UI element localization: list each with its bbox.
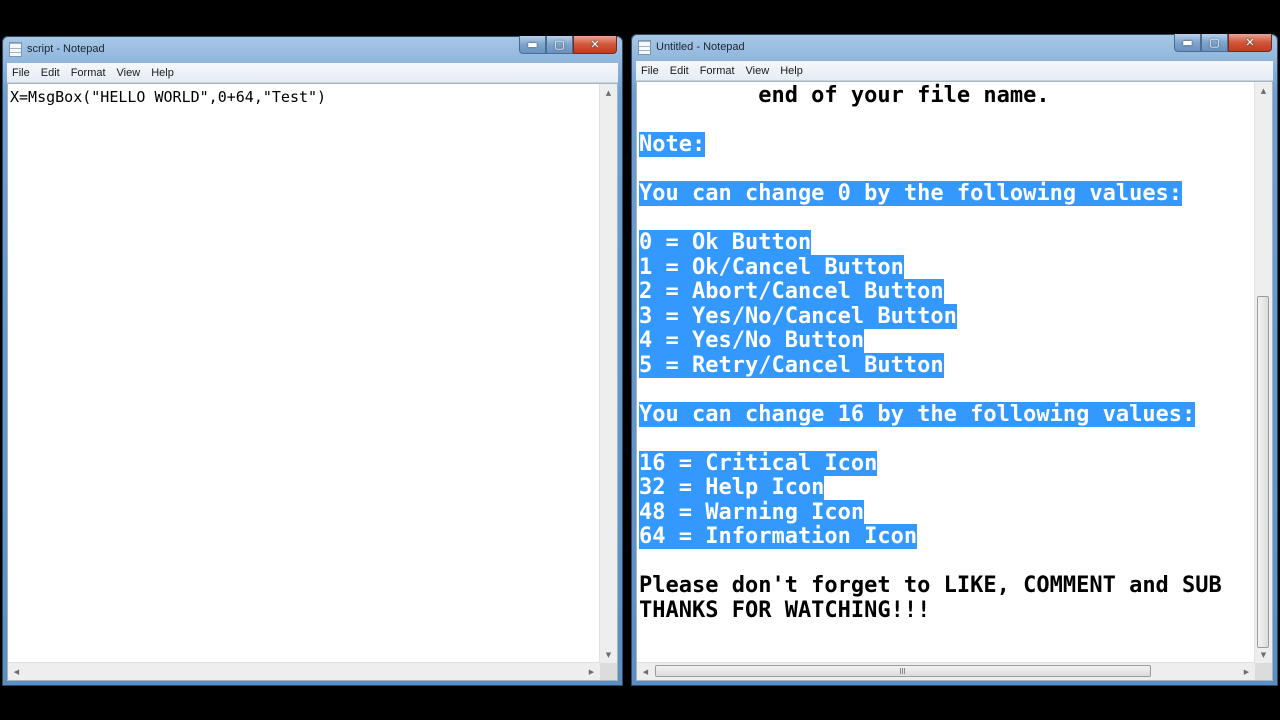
text-line — [639, 427, 1222, 452]
maximize-icon: ▢ — [1209, 36, 1220, 49]
scroll-corner — [600, 663, 617, 680]
menu-help[interactable]: Help — [146, 67, 180, 79]
text-line: 48 = Warning Icon — [639, 499, 1222, 526]
text-line-content: You can change 0 by the following values… — [639, 181, 1183, 206]
menu-edit[interactable]: Edit — [36, 67, 66, 79]
menu-bar: File Edit Format View Help — [7, 63, 618, 83]
maximize-button[interactable]: ▢ — [1201, 34, 1228, 52]
menu-file[interactable]: File — [636, 65, 665, 77]
caption-buttons: ▬ ▢ ✕ — [519, 36, 617, 56]
minimize-icon: ▬ — [527, 38, 538, 51]
text-line: Note: — [639, 132, 1222, 158]
text-line: end of your file name. — [639, 83, 1222, 109]
text-line — [639, 158, 1222, 183]
text-line-content: 16 = Critical Icon — [639, 450, 878, 476]
horizontal-scrollbar[interactable]: ◀ ▶ — [637, 662, 1255, 680]
grip-icon — [900, 668, 906, 674]
text-line: 64 = Information Icon — [639, 524, 1222, 550]
text-line — [639, 378, 1222, 403]
menu-bar: File Edit Format View Help — [636, 61, 1273, 81]
minimize-button[interactable]: ▬ — [1174, 34, 1201, 52]
scroll-left-icon[interactable]: ◀ — [8, 663, 25, 680]
scroll-left-icon[interactable]: ◀ — [637, 663, 654, 680]
notepad-icon — [638, 39, 651, 55]
window-title: Untitled - Notepad — [656, 41, 745, 53]
text-line-content: THANKS FOR WATCHING!!! — [639, 597, 931, 623]
text-line-content: Note: — [639, 132, 706, 157]
text-line: 3 = Yes/No/Cancel Button — [639, 303, 1222, 330]
menu-format[interactable]: Format — [66, 67, 112, 79]
scroll-down-icon[interactable]: ▼ — [600, 646, 617, 663]
text-line: You can change 16 by the following value… — [639, 401, 1222, 428]
text-editor[interactable]: X=MsgBox("HELLO WORLD",0+64,"Test") ▲ ▼ … — [7, 83, 618, 681]
vertical-scrollbar[interactable]: ▲ ▼ — [1254, 82, 1272, 663]
script-code-line: X=MsgBox("HELLO WORLD",0+64,"Test") — [10, 88, 327, 106]
window-title: script - Notepad — [27, 43, 105, 55]
menu-format[interactable]: Format — [695, 65, 741, 77]
text-line-content: Please don't forget to LIKE, COMMENT and… — [639, 573, 1222, 598]
text-line: 1 = Ok/Cancel Button — [639, 254, 1222, 281]
text-line-content: 32 = Help Icon — [639, 475, 825, 500]
text-line-content: 5 = Retry/Cancel Button — [639, 352, 944, 378]
text-line: 32 = Help Icon — [639, 475, 1222, 501]
text-line — [639, 109, 1222, 134]
vertical-scrollbar[interactable]: ▲ ▼ — [599, 84, 617, 663]
text-line-content: end of your file name. — [639, 83, 1050, 108]
horizontal-scrollbar[interactable]: ◀ ▶ — [8, 662, 600, 680]
close-icon: ✕ — [590, 38, 600, 51]
document-lines: end of your file name. Note: You can chang… — [639, 83, 1222, 624]
maximize-icon: ▢ — [554, 38, 565, 51]
text-line: 4 = Yes/No Button — [639, 328, 1222, 354]
text-line: Please don't forget to LIKE, COMMENT and… — [639, 573, 1222, 599]
notepad-icon — [9, 41, 22, 57]
title-bar[interactable]: Untitled - Notepad ▬ ▢ ✕ — [631, 34, 1278, 60]
editor-text-area[interactable]: X=MsgBox("HELLO WORLD",0+64,"Test") — [8, 84, 600, 663]
scroll-up-icon[interactable]: ▲ — [600, 84, 617, 101]
menu-help[interactable]: Help — [775, 65, 809, 77]
horizontal-scroll-thumb[interactable] — [655, 665, 1151, 677]
minimize-button[interactable]: ▬ — [519, 36, 546, 54]
caption-buttons: ▬ ▢ ✕ — [1174, 34, 1272, 54]
text-editor[interactable]: end of your file name. Note: You can chang… — [636, 81, 1273, 681]
vertical-scroll-thumb[interactable] — [1257, 296, 1269, 648]
scroll-down-icon[interactable]: ▼ — [1255, 646, 1272, 663]
text-line-content: 3 = Yes/No/Cancel Button — [639, 303, 957, 329]
editor-text-area[interactable]: end of your file name. Note: You can chang… — [637, 82, 1255, 663]
title-bar[interactable]: script - Notepad ▬ ▢ ✕ — [2, 36, 623, 62]
close-icon: ✕ — [1245, 36, 1255, 49]
menu-view[interactable]: View — [112, 67, 147, 79]
close-button[interactable]: ✕ — [1228, 34, 1272, 52]
notepad-window-untitled[interactable]: Untitled - Notepad ▬ ▢ ✕ File Edit Forma… — [631, 34, 1278, 686]
text-line: 16 = Critical Icon — [639, 450, 1222, 477]
scroll-right-icon[interactable]: ▶ — [583, 663, 600, 680]
scroll-right-icon[interactable]: ▶ — [1238, 663, 1255, 680]
text-line: 5 = Retry/Cancel Button — [639, 352, 1222, 379]
close-button[interactable]: ✕ — [573, 36, 617, 54]
text-line-content: 4 = Yes/No Button — [639, 328, 865, 353]
text-line-content: You can change 16 by the following value… — [639, 401, 1196, 427]
text-line-content: 2 = Abort/Cancel Button — [639, 279, 944, 304]
menu-file[interactable]: File — [7, 67, 36, 79]
text-line — [639, 550, 1222, 575]
menu-edit[interactable]: Edit — [665, 65, 695, 77]
minimize-icon: ▬ — [1182, 36, 1193, 49]
text-line: 2 = Abort/Cancel Button — [639, 279, 1222, 305]
text-line — [639, 207, 1222, 232]
menu-view[interactable]: View — [741, 65, 776, 77]
notepad-window-script[interactable]: script - Notepad ▬ ▢ ✕ File Edit Format … — [2, 36, 623, 686]
scroll-corner — [1255, 663, 1272, 680]
scroll-up-icon[interactable]: ▲ — [1255, 82, 1272, 99]
text-line-content: 0 = Ok Button — [639, 230, 812, 255]
maximize-button[interactable]: ▢ — [546, 36, 573, 54]
text-line: THANKS FOR WATCHING!!! — [639, 597, 1222, 624]
text-line-content: 1 = Ok/Cancel Button — [639, 254, 904, 280]
text-line: 0 = Ok Button — [639, 230, 1222, 256]
text-line: You can change 0 by the following values… — [639, 181, 1222, 207]
text-line-content: 64 = Information Icon — [639, 524, 918, 549]
text-line-content: 48 = Warning Icon — [639, 499, 865, 525]
